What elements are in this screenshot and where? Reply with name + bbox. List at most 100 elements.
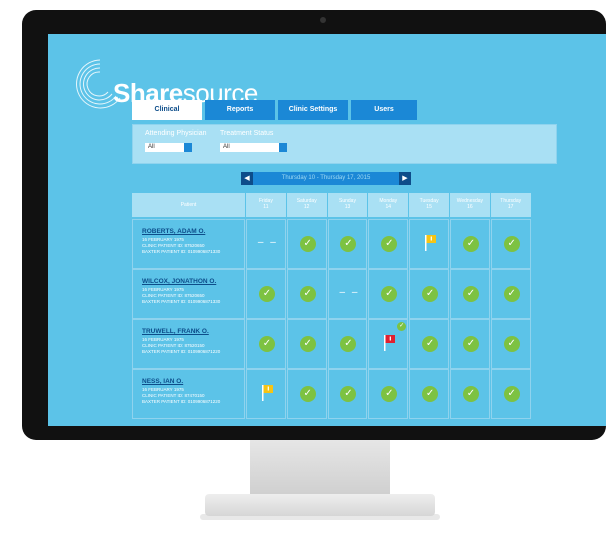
check-circle-icon: ✓ — [462, 386, 479, 402]
status-cell[interactable]: ✓ — [409, 369, 449, 419]
camera-dot — [320, 17, 326, 23]
main-tabs: Clinical Reports Clinic Settings Users — [132, 100, 417, 120]
tab-clinical[interactable]: Clinical — [132, 100, 202, 120]
status-cell[interactable]: ✓ — [368, 269, 409, 319]
baxter-patient-id: BAXTER PATIENT ID: 0109906871330 — [142, 299, 221, 304]
check-circle-icon: ✓ — [381, 386, 398, 402]
check-circle-icon: ✓ — [503, 236, 520, 252]
attending-physician-select[interactable]: All — [145, 143, 192, 152]
status-cell[interactable]: ✓ — [368, 319, 409, 369]
patient-cell: WILCOX, JONATHON O. 16 FEBRUARY 1975 CLINI… — [132, 269, 245, 319]
day-column-header: Thursday 17 — [490, 193, 531, 217]
check-circle-icon: ✓ — [503, 336, 520, 352]
day-column-header: Friday 11 — [246, 193, 286, 217]
check-circle-icon: ✓ — [462, 336, 479, 352]
patient-name-link[interactable]: TRUWELL, FRANK O. — [142, 328, 209, 335]
day-date: 13 — [344, 204, 351, 210]
status-cell[interactable]: ✓ — [368, 369, 409, 419]
status-cell[interactable]: ✓ — [450, 319, 490, 369]
status-cell[interactable]: ✓ — [450, 219, 490, 269]
day-date: 15 — [426, 204, 432, 210]
status-cell[interactable]: ✓ — [327, 369, 368, 419]
next-week-button[interactable]: ▶ — [399, 172, 411, 185]
status-cell[interactable]: ✓ — [490, 269, 531, 319]
check-circle-icon: ✓ — [299, 336, 316, 352]
patient-dob: 16 FEBRUARY 1975 — [142, 337, 184, 342]
flag-red-icon — [384, 335, 396, 351]
check-circle-icon: ✓ — [462, 286, 479, 302]
baxter-patient-id: BAXTER PATIENT ID: 0109906871330 — [142, 249, 221, 254]
status-cell[interactable]: ✓ — [327, 319, 368, 369]
day-column-header: Tuesday 15 — [409, 193, 449, 217]
status-cell[interactable]: ✓ — [490, 369, 531, 419]
patient-cell: ROBERTS, ADAM O. 16 FEBRUARY 1975 CLINIC P… — [132, 219, 245, 269]
monitor-stand — [250, 440, 390, 496]
status-cell[interactable]: ✓ — [286, 319, 327, 369]
status-cell[interactable]: ✓ — [327, 219, 368, 269]
app-screen: Sharesource Clinical Reports Clinic Sett… — [48, 34, 606, 426]
status-cell[interactable]: ✓ — [450, 369, 490, 419]
clinic-patient-id: CLINIC PATIENT ID: 87520650 — [142, 243, 205, 248]
day-date: 12 — [303, 204, 310, 210]
attending-physician-value: All — [148, 144, 155, 150]
status-cell[interactable]: ✓ — [368, 219, 409, 269]
patient-name-link[interactable]: ROBERTS, ADAM O. — [142, 228, 205, 235]
check-circle-icon: ✓ — [422, 386, 439, 402]
check-circle-icon: ✓ — [299, 386, 316, 402]
check-circle-icon: ✓ — [381, 286, 398, 302]
day-column-header: Wednesday 16 — [450, 193, 490, 217]
flag-yellow-icon — [425, 235, 437, 251]
day-date: 17 — [507, 204, 514, 210]
flag-yellow-icon — [261, 385, 273, 401]
check-circle-icon: ✓ — [422, 336, 439, 352]
week-range-label: Thursday 10 - Thursday 17, 2015 — [281, 175, 371, 181]
day-column-header: Sunday 13 — [327, 193, 368, 217]
clinic-patient-id: CLINIC PATIENT ID: 87520150 — [142, 343, 205, 348]
chevron-down-icon — [184, 143, 192, 152]
status-cell[interactable]: ✓ — [246, 269, 286, 319]
patient-status-table: Patient Friday 11 Saturday 12 Sunday 13 Monday 1… — [132, 193, 572, 426]
monitor-base — [205, 494, 435, 516]
check-circle-icon: ✓ — [258, 336, 275, 352]
patient-dob: 16 FEBRUARY 1975 — [142, 237, 184, 242]
week-navigator: ◀ Thursday 10 - Thursday 17, 2015 ▶ — [241, 172, 411, 185]
baxter-patient-id: BAXTER PATIENT ID: 0109906871220 — [142, 349, 221, 354]
patient-name-link[interactable]: NESS, IAN O. — [142, 378, 183, 385]
status-cell[interactable] — [409, 219, 449, 269]
day-column-header: Monday 14 — [368, 193, 409, 217]
treatment-status-select[interactable]: All — [220, 143, 287, 152]
baxter-patient-id: BAXTER PATIENT ID: 0109906871220 — [142, 399, 221, 404]
status-cell[interactable]: ✓ — [450, 269, 490, 319]
treatment-status-value: All — [223, 144, 230, 150]
day-date: 11 — [263, 204, 269, 210]
status-cell[interactable]: ✓ — [246, 319, 286, 369]
tab-reports[interactable]: Reports — [205, 100, 275, 120]
tab-users[interactable]: Users — [351, 100, 417, 120]
check-circle-icon: ✓ — [299, 236, 316, 252]
check-circle-icon: ✓ — [340, 236, 357, 252]
check-circle-icon: ✓ — [462, 236, 479, 252]
status-cell[interactable] — [246, 369, 286, 419]
previous-week-button[interactable]: ◀ — [241, 172, 253, 185]
status-cell[interactable]: ✓ — [286, 369, 327, 419]
clinic-patient-id: CLINIC PATIENT ID: 87470150 — [142, 393, 205, 398]
check-circle-icon: ✓ — [397, 322, 407, 331]
patient-cell: TRUWELL, FRANK O. 16 FEBRUARY 1975 CLINIC … — [132, 319, 245, 369]
dash-icon: – – — [257, 237, 278, 248]
status-cell[interactable]: – – — [246, 219, 286, 269]
status-cell[interactable]: ✓ — [286, 269, 327, 319]
status-cell[interactable]: ✓ — [490, 219, 531, 269]
patient-dob: 16 FEBRUARY 1975 — [142, 287, 184, 292]
status-cell[interactable]: ✓ — [490, 319, 531, 369]
status-cell[interactable]: ✓ — [409, 269, 449, 319]
status-cell[interactable]: – – — [327, 269, 368, 319]
treatment-status-label: Treatment Status — [220, 130, 274, 137]
patient-name-link[interactable]: WILCOX, JONATHON O. — [142, 278, 216, 285]
check-circle-icon: ✓ — [340, 336, 357, 352]
check-circle-icon: ✓ — [381, 236, 398, 252]
status-cell[interactable]: ✓ — [286, 219, 327, 269]
check-circle-icon: ✓ — [258, 286, 275, 302]
tab-clinic-settings[interactable]: Clinic Settings — [278, 100, 348, 120]
attending-physician-label: Attending Physician — [145, 130, 207, 137]
status-cell[interactable]: ✓ — [409, 319, 449, 369]
